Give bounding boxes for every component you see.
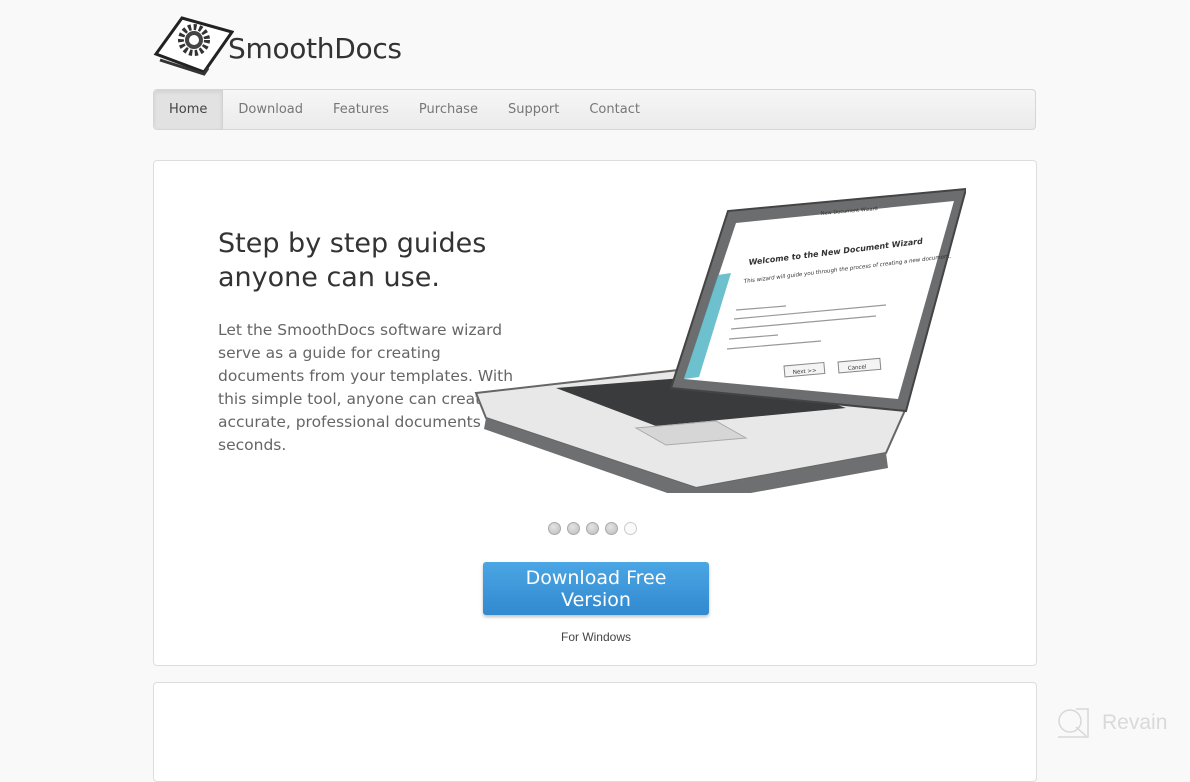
hero-headline: Step by step guides anyone can use. <box>218 227 486 295</box>
platform-note: For Windows <box>560 630 631 644</box>
hero-panel: Step by step guides anyone can use. Let … <box>153 160 1037 666</box>
brand-name: SmoothDocs <box>228 31 402 65</box>
nav-support[interactable]: Support <box>493 90 574 129</box>
nav-purchase[interactable]: Purchase <box>404 90 493 129</box>
carousel-dot[interactable] <box>605 522 618 535</box>
content-panel <box>153 682 1037 782</box>
main-nav: Home Download Features Purchase Support … <box>153 89 1036 130</box>
carousel-dot[interactable] <box>548 522 561 535</box>
laptop-image: New Document Wizard Welcome to the New D… <box>474 187 966 493</box>
nav-contact[interactable]: Contact <box>574 90 655 129</box>
nav-features[interactable]: Features <box>318 90 404 129</box>
nav-download[interactable]: Download <box>223 90 318 129</box>
watermark-text: Revain <box>1102 711 1168 734</box>
carousel-dots <box>548 522 637 535</box>
revain-watermark: Revain <box>1056 707 1167 739</box>
revain-logo-icon <box>1058 708 1089 738</box>
carousel-dot[interactable] <box>567 522 580 535</box>
nav-home[interactable]: Home <box>154 90 224 129</box>
headline-line-1: Step by step guides <box>218 228 487 259</box>
logo[interactable]: SmoothDocs <box>152 14 402 76</box>
logo-gear-document-icon <box>153 16 234 76</box>
headline-line-2: anyone can use. <box>218 262 440 293</box>
download-free-version-button[interactable]: Download Free Version <box>483 562 709 615</box>
carousel-dot[interactable] <box>586 522 599 535</box>
carousel-dot-active[interactable] <box>624 522 637 535</box>
